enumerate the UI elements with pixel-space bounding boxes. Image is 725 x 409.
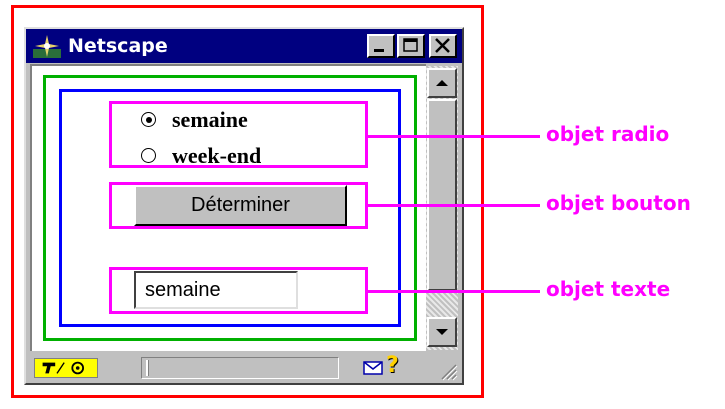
mail-icon[interactable] [363, 361, 383, 375]
annotation-objet-bouton: objet bouton [546, 191, 691, 215]
window-title: Netscape [68, 35, 168, 57]
radio-label-week-end[interactable]: week-end [172, 143, 261, 167]
close-icon [435, 38, 450, 53]
radio-label-semaine[interactable]: semaine [172, 107, 248, 133]
annotation-objet-radio: objet radio [546, 122, 670, 146]
text-connector-line [368, 290, 540, 293]
close-button[interactable] [429, 34, 457, 58]
status-bar-separator [146, 360, 149, 376]
scroll-thumb[interactable] [427, 99, 457, 291]
maximize-icon [403, 38, 418, 52]
annotation-objet-texte: objet texte [546, 277, 671, 301]
radio-selected-dot [146, 117, 152, 123]
arrow-up-icon [436, 80, 448, 86]
determiner-button[interactable]: Déterminer [134, 185, 347, 226]
text-input[interactable]: semaine [134, 271, 298, 309]
help-icon[interactable]: ? [386, 353, 399, 378]
netscape-logo-icon[interactable] [32, 33, 62, 59]
radio-connector-line [368, 135, 540, 138]
resize-grip-icon[interactable] [436, 361, 458, 381]
minimize-icon [374, 49, 384, 52]
scroll-down-button[interactable] [427, 317, 457, 347]
scroll-up-button[interactable] [427, 68, 457, 98]
minimize-button[interactable] [367, 34, 395, 58]
radio-week-end[interactable] [141, 148, 156, 163]
security-key-icon[interactable] [34, 358, 98, 378]
maximize-button[interactable] [397, 34, 425, 58]
button-connector-line [368, 204, 540, 207]
status-text-field [141, 357, 339, 379]
arrow-down-icon [436, 329, 448, 335]
